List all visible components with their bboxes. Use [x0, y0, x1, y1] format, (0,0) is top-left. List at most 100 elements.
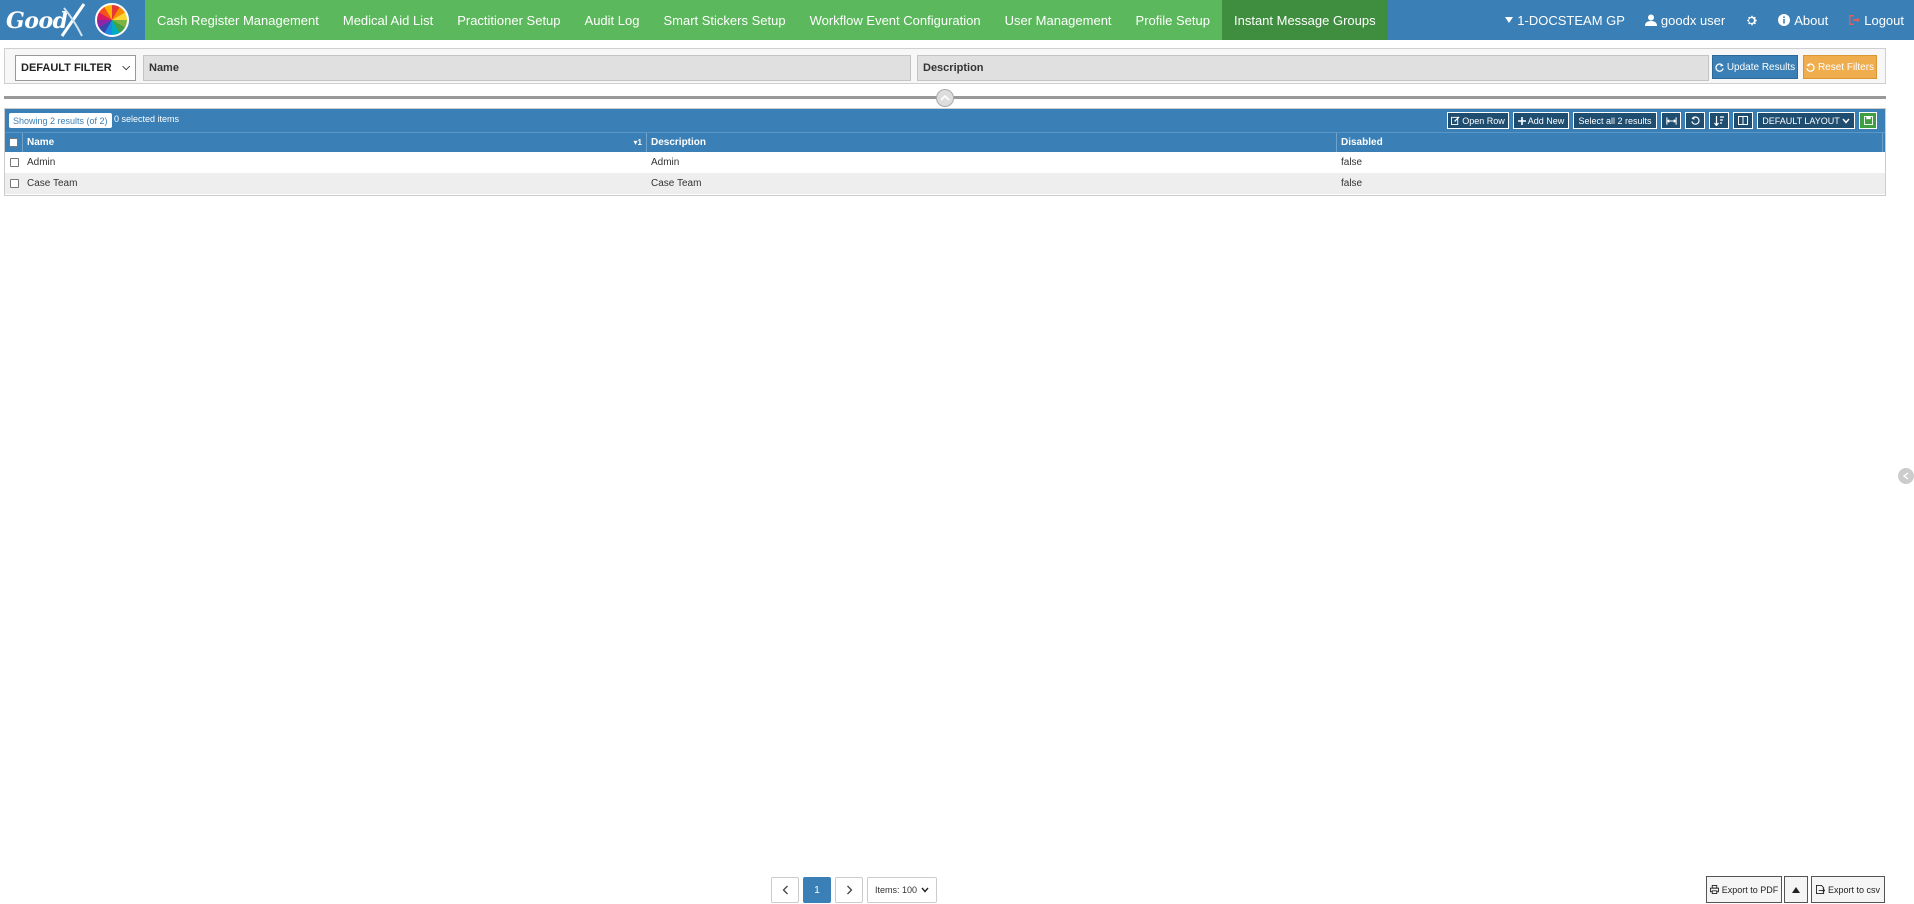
update-results-button[interactable]: Update Results [1712, 55, 1798, 79]
row-checkbox-cell [5, 173, 23, 194]
filter-bar: DEFAULT FILTER ⌵ Name Description Update… [4, 48, 1886, 84]
cell-name: Case Team [27, 178, 78, 189]
save-layout-button[interactable] [1859, 112, 1877, 129]
logout-link[interactable]: Logout [1838, 13, 1914, 28]
sort-order-number: 1 [637, 138, 642, 147]
chevron-down-icon [921, 887, 929, 893]
chevron-left-icon [782, 885, 788, 895]
collapse-filter-button[interactable] [936, 89, 954, 107]
table-row[interactable]: Admin Admin false [5, 152, 1885, 173]
expand-columns-icon [1665, 116, 1677, 125]
layout-label: DEFAULT LAYOUT [1762, 115, 1840, 126]
filter-select[interactable]: DEFAULT FILTER ⌵ [15, 55, 136, 81]
layout-dropdown[interactable]: DEFAULT LAYOUT [1757, 112, 1855, 129]
row-checkbox-cell [5, 152, 23, 173]
reset-filters-button[interactable]: Reset Filters [1803, 55, 1877, 79]
cell-name: Admin [27, 157, 56, 168]
open-row-label: Open Row [1462, 115, 1505, 126]
next-page-button[interactable] [835, 877, 863, 903]
gear-icon [1747, 15, 1758, 25]
sort-button[interactable] [1709, 112, 1729, 129]
settings-button[interactable] [1735, 14, 1768, 27]
user-icon [1644, 14, 1657, 26]
column-header-disabled[interactable]: Disabled [1337, 133, 1883, 152]
row-checkbox[interactable] [9, 179, 19, 188]
save-icon [1863, 116, 1873, 125]
edit-icon [1451, 116, 1460, 125]
export-options-toggle[interactable] [1784, 876, 1808, 903]
nav-instant-message-groups[interactable]: Instant Message Groups [1221, 0, 1388, 40]
practice-label: 1-DOCSTEAM GP [1517, 12, 1625, 28]
column-header-description-label: Description [651, 137, 707, 148]
nav-right: 1-DOCSTEAM GP goodx user About Logout [1495, 0, 1914, 40]
nav-smart-stickers-setup[interactable]: Smart Stickers Setup [651, 0, 797, 40]
cell-description: Admin [651, 157, 680, 168]
nav-user-management[interactable]: User Management [993, 0, 1124, 40]
open-row-button[interactable]: Open Row [1447, 112, 1509, 129]
export-csv-label: Export to csv [1827, 884, 1881, 895]
reset-filters-label: Reset Filters [1817, 61, 1875, 73]
print-icon [1709, 885, 1719, 894]
column-header-name-label: Name [27, 137, 55, 148]
selected-count: 0 selected items [114, 114, 180, 124]
about-link[interactable]: About [1768, 13, 1838, 28]
export-csv-button[interactable]: Export to csv [1811, 876, 1885, 903]
add-new-button[interactable]: Add New [1513, 112, 1569, 129]
top-navbar: Good Cash Register Management Medical Ai… [0, 0, 1914, 40]
row-checkbox[interactable] [9, 158, 19, 167]
update-results-label: Update Results [1726, 61, 1796, 73]
module-nav: Cash Register Management Medical Aid Lis… [145, 0, 1388, 40]
filter-select-value: DEFAULT FILTER [21, 62, 112, 74]
items-per-page-value: Items: 100 [874, 885, 918, 895]
file-export-icon [1815, 885, 1825, 894]
nav-profile-setup[interactable]: Profile Setup [1124, 0, 1222, 40]
goodx-logo[interactable]: Good [0, 0, 145, 40]
export-pdf-label: Export to PDF [1721, 884, 1779, 895]
page-1-button[interactable]: 1 [803, 877, 831, 903]
nav-workflow-event-configuration[interactable]: Workflow Event Configuration [798, 0, 993, 40]
select-all-checkbox[interactable] [9, 138, 18, 147]
cell-description: Case Team [651, 178, 702, 189]
user-menu[interactable]: goodx user [1635, 13, 1735, 28]
columns-button[interactable] [1733, 112, 1753, 129]
add-new-label: Add New [1527, 115, 1565, 126]
chevron-right-icon [846, 885, 852, 895]
chevron-down-icon [1842, 118, 1850, 124]
cell-disabled: false [1341, 157, 1363, 168]
table-row[interactable]: Case Team Case Team false [5, 173, 1885, 194]
results-grid: Showing 2 results (of 2) 0 selected item… [4, 108, 1886, 196]
logout-label: Logout [1864, 12, 1904, 28]
name-filter-input[interactable]: Name [143, 55, 911, 81]
description-filter-input[interactable]: Description [917, 55, 1709, 81]
fit-columns-button[interactable] [1661, 112, 1681, 129]
export-pdf-button[interactable]: Export to PDF [1706, 876, 1782, 903]
select-all-label: Select all 2 results [1578, 115, 1652, 126]
nav-cash-register-management[interactable]: Cash Register Management [145, 0, 331, 40]
reset-layout-button[interactable] [1685, 112, 1705, 129]
practice-dropdown[interactable]: 1-DOCSTEAM GP [1495, 13, 1635, 28]
items-per-page-select[interactable]: Items: 100 [867, 877, 937, 903]
info-icon [1778, 14, 1791, 26]
grid-header: Name ▾1 Description Disabled [5, 132, 1885, 152]
nav-audit-log[interactable]: Audit Log [573, 0, 652, 40]
select-all-button[interactable]: Select all 2 results [1573, 112, 1657, 129]
undo-icon [1690, 116, 1700, 125]
column-header-description[interactable]: Description [647, 133, 1337, 152]
grid-toolbar: Showing 2 results (of 2) 0 selected item… [5, 109, 1885, 132]
user-label: goodx user [1660, 12, 1726, 28]
column-header-name[interactable]: Name ▾1 [23, 133, 647, 152]
undo-icon [1806, 62, 1815, 72]
nav-medical-aid-list[interactable]: Medical Aid List [331, 0, 445, 40]
nav-practitioner-setup[interactable]: Practitioner Setup [445, 0, 572, 40]
plus-icon [1517, 116, 1526, 125]
select-all-checkbox-cell [5, 133, 23, 152]
sort-desc-icon: ▾1 [633, 138, 642, 147]
about-label: About [1794, 12, 1829, 28]
column-header-disabled-label: Disabled [1341, 137, 1383, 148]
sort-icon [1714, 115, 1724, 126]
chevron-left-icon [1902, 472, 1909, 480]
side-panel-toggle[interactable] [1898, 468, 1914, 484]
refresh-icon [1715, 62, 1724, 72]
prev-page-button[interactable] [771, 877, 799, 903]
columns-icon [1738, 116, 1748, 125]
